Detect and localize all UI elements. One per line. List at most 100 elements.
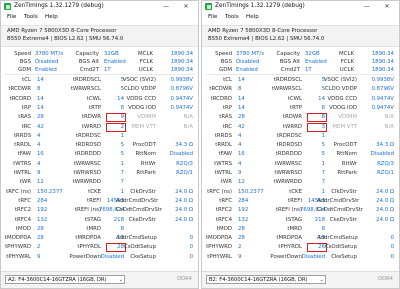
timing-value: 24.0 Ω bbox=[175, 207, 193, 214]
timing-label: CLDO VDDP bbox=[123, 86, 156, 93]
timing-label: tRCDWR bbox=[209, 86, 232, 93]
timing-label: CLDO VDDP bbox=[324, 86, 357, 93]
timing-label: VDDG CCD bbox=[126, 95, 156, 102]
timing-value: 192 bbox=[37, 207, 48, 214]
timing-label: PowerDown bbox=[270, 253, 302, 260]
timing-label: UCLK bbox=[339, 67, 354, 74]
timing-label: tWR bbox=[220, 179, 232, 186]
zentimings-window-left: ZenTimings 1.32.1279 (debug) — ✕ File To… bbox=[0, 0, 199, 289]
timing-label: CsOdtCmdDrvStr bbox=[116, 207, 163, 214]
timing-value: 4 bbox=[37, 142, 41, 149]
timing-value: 7 bbox=[321, 179, 325, 186]
dimm-select[interactable]: A2: F4-3600C14-16GTZRA (16GB, DR) ⌄ bbox=[5, 275, 125, 284]
timing-label: tWRWRSD bbox=[274, 170, 302, 176]
timing-label: RttWr bbox=[140, 160, 156, 167]
dimm-select[interactable]: B2: F4-3600C14-16GTZRA (16GB, DR) ⌄ bbox=[206, 275, 326, 284]
timing-value: 1890.34 bbox=[371, 51, 394, 57]
timing-value: 0 bbox=[189, 244, 193, 251]
timing-label: tRFC2 bbox=[14, 207, 31, 214]
timing-label: AddrCmdDrvStr bbox=[116, 197, 159, 204]
timing-value: 0 bbox=[390, 235, 394, 242]
timing-label: tRRDS bbox=[214, 132, 232, 139]
status-bar: B2: F4-3600C14-16GTZRA (16GB, DR) ⌄ DDR4 bbox=[202, 271, 399, 288]
timing-label: tRFC2 bbox=[215, 207, 232, 214]
timing-label: tMODPDA bbox=[4, 235, 31, 242]
menu-tools[interactable]: Tools bbox=[24, 14, 38, 21]
timing-label: CkeDrvStr bbox=[128, 216, 156, 223]
timing-value: 0.9938V bbox=[170, 77, 193, 83]
timing-label: tWRWRDD bbox=[72, 179, 101, 186]
timing-value: N/A bbox=[183, 114, 193, 121]
timing-value: 24.0 Ω bbox=[376, 188, 394, 195]
timing-label: ProcODT bbox=[333, 142, 357, 149]
status-bar: A2: F4-3600C14-16GTZRA (16GB, DR) ⌄ DDR4 bbox=[1, 271, 198, 288]
timing-label: tRTP bbox=[88, 104, 101, 111]
timing-value: 0.9938V bbox=[371, 77, 394, 83]
timing-value: 284 bbox=[37, 197, 48, 204]
timing-value: 24.0 Ω bbox=[175, 216, 193, 223]
memory-type: DDR4 bbox=[378, 276, 393, 282]
timing-label: tRDRDSD bbox=[276, 142, 302, 149]
timing-label: tWTRS bbox=[214, 160, 232, 167]
menu-help[interactable]: Help bbox=[45, 14, 58, 21]
timing-label: tMOD bbox=[15, 225, 31, 232]
timing-label: tCL bbox=[223, 77, 232, 83]
timing-label: ClkDrvStr bbox=[130, 188, 156, 195]
close-icon[interactable]: ✕ bbox=[381, 2, 393, 11]
timing-value: 0.9474V bbox=[371, 95, 394, 102]
timing-label: tMODPDA bbox=[205, 235, 232, 242]
timing-value: Disabled bbox=[35, 59, 59, 66]
timing-label: VDDG CCD bbox=[327, 95, 357, 102]
timing-label: tRDRDSC bbox=[75, 132, 101, 139]
timing-label: tWRRD bbox=[282, 123, 302, 130]
minimize-icon[interactable]: — bbox=[361, 2, 373, 11]
timing-value: 1890.34 bbox=[371, 59, 394, 66]
timing-value: 24.0 Ω bbox=[376, 197, 394, 204]
timing-label: CkeDrvStr bbox=[329, 216, 357, 223]
timing-label: tWRWRSCL bbox=[70, 86, 101, 93]
timing-label: VDIMM bbox=[137, 114, 156, 121]
minimize-icon[interactable]: — bbox=[160, 2, 172, 11]
timing-label: RttPark bbox=[337, 170, 357, 176]
menu-tools[interactable]: Tools bbox=[225, 14, 239, 21]
timing-value: 0.9474V bbox=[371, 104, 394, 111]
timing-label: VSOC (SVI2) bbox=[323, 77, 357, 83]
timing-label: ClkDrvStr bbox=[331, 188, 357, 195]
timing-value: Disabled bbox=[236, 59, 260, 66]
timing-value: Enabled bbox=[35, 67, 57, 74]
timing-label: tRDWR bbox=[81, 114, 101, 121]
timing-label: tFAW bbox=[17, 151, 31, 158]
timing-label: tWRWRSC bbox=[274, 160, 302, 167]
timing-label: tMRD bbox=[86, 225, 101, 232]
timing-value: 284 bbox=[238, 197, 249, 204]
menu-file[interactable]: File bbox=[7, 14, 16, 21]
timing-value: 4 bbox=[238, 132, 242, 139]
cpu-info: AMD Ryzen 7 5800X3D 8-Core Processor B55… bbox=[202, 25, 399, 47]
timing-label: tRP bbox=[222, 104, 232, 111]
timing-label: tWTRS bbox=[13, 160, 31, 167]
menu-help[interactable]: Help bbox=[246, 14, 259, 21]
board-info: B550 Extreme4 | BIOS L2.62 | SMU 56.74.0 bbox=[208, 36, 325, 42]
title-bar[interactable]: ZenTimings 1.32.1279 (debug) — ✕ bbox=[202, 1, 399, 13]
timing-value: 0.8796V bbox=[371, 86, 394, 93]
timing-label: MEM VTT bbox=[332, 123, 357, 130]
timing-label: Cmd2T bbox=[79, 67, 99, 74]
timing-label: GDM bbox=[219, 67, 232, 74]
timing-value: 2 bbox=[37, 244, 41, 251]
timing-label: CkeSetup bbox=[331, 253, 357, 260]
timing-value: 8 bbox=[238, 86, 242, 93]
dimm-select-value: B2: F4-3600C14-16GTZRA (16GB, DR) bbox=[209, 277, 308, 283]
timing-value: 28 bbox=[37, 225, 44, 232]
timing-label: tWRRD bbox=[81, 123, 101, 130]
timing-label: RttNom bbox=[336, 151, 357, 158]
menu-file[interactable]: File bbox=[208, 14, 217, 21]
timing-label: VSOC (SVI2) bbox=[122, 77, 156, 83]
menu-bar: File Tools Help bbox=[202, 13, 399, 24]
timing-value: N/A bbox=[384, 123, 394, 130]
title-bar[interactable]: ZenTimings 1.32.1279 (debug) — ✕ bbox=[1, 1, 198, 13]
timing-label: tRDRDSCL bbox=[72, 77, 101, 83]
timing-value: 24.0 Ω bbox=[376, 207, 394, 214]
close-icon[interactable]: ✕ bbox=[180, 2, 192, 11]
timing-value: 1890.34 bbox=[170, 51, 193, 57]
dimm-select-value: A2: F4-3600C14-16GTZRA (16GB, DR) bbox=[8, 277, 107, 283]
